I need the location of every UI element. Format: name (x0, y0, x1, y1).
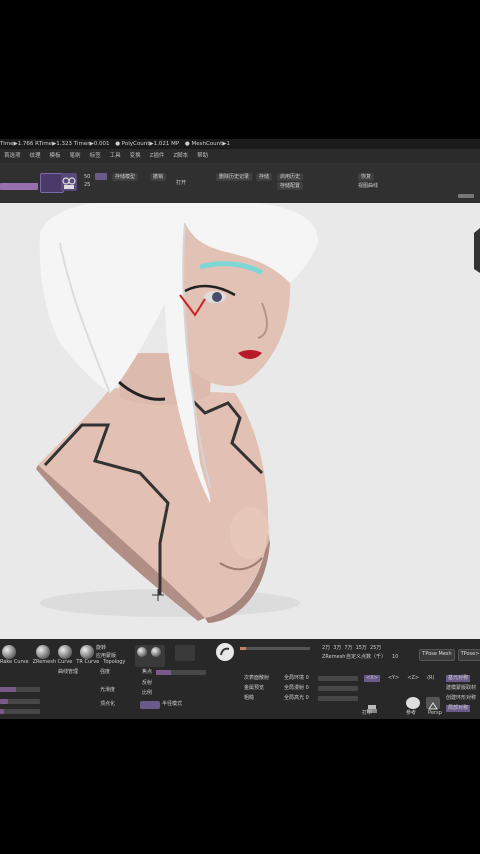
menu-item-preferences[interactable]: 首选项 (4, 149, 21, 163)
axis-y-button[interactable]: <Y> (388, 675, 399, 682)
bottom-panel: Rake Curve ZRemesh Curve TR Curve Topolo… (0, 639, 480, 719)
undo-button[interactable]: 撤销 (150, 173, 167, 181)
reference-label: 参考 (406, 710, 417, 716)
menu-item-zplugin[interactable]: Z插件 (150, 149, 165, 163)
radial-symmetry-button[interactable]: 创建环形对称 (446, 695, 476, 702)
curve-brushes-group[interactable] (135, 645, 165, 667)
redo-count: 25 (84, 182, 91, 188)
menu-item-transform[interactable]: 变换 (130, 149, 141, 163)
brush-label: ZRemesh Curve (32, 659, 73, 665)
global-specular-label: 全局高光 0 (284, 695, 309, 701)
smoothness-label: 光滑度 (100, 687, 116, 693)
draw-size-slider[interactable] (240, 647, 310, 650)
curve-brush-icon (137, 647, 147, 657)
radial-button[interactable]: (R) (427, 675, 434, 682)
save-model-button[interactable]: 存储模型 (112, 173, 139, 181)
zremesh-curve-brush-icon[interactable] (36, 645, 50, 659)
global-ambient-label: 全局环境 0 (284, 675, 309, 681)
menu-bar: 首选项 纹理 模板 笔刷 标签 工具 变换 Z插件 Z脚本 帮助 (0, 149, 480, 163)
history-slider-thumb[interactable] (95, 173, 107, 180)
status-bar: Time▶1.766 RTime▶1.323 Timer▶0.001 ● Pol… (0, 139, 480, 149)
view-curve-label[interactable]: 视图曲线 (358, 182, 378, 190)
print-icon[interactable] (366, 699, 378, 713)
menu-item-stencil[interactable]: 模板 (50, 149, 61, 163)
viewport-canvas[interactable] (0, 203, 480, 639)
curve-brush-icon (151, 647, 161, 657)
count-15w[interactable]: 15万 (356, 645, 367, 652)
tr-curve-brush-icon[interactable] (58, 645, 72, 659)
target-label: 自定义点数（千） (346, 654, 387, 660)
axis-z-button[interactable]: <Z> (407, 675, 419, 682)
status-polycount: ● PolyCount▶1.021 MP (115, 141, 180, 147)
curve-manager-label: 曲线管理 (58, 669, 79, 675)
local-symmetry-button[interactable]: 局部对称 (446, 705, 471, 712)
persp-label: Persp (428, 710, 442, 716)
save-config-button[interactable]: 存储配置 (277, 182, 304, 190)
sss-label: 次表面散射 (244, 675, 270, 681)
rake-curve-brush-icon[interactable] (2, 645, 16, 659)
restore-button[interactable]: 恢复 (358, 173, 375, 181)
mesh-symmetry-button[interactable]: 基元对称 (446, 675, 471, 682)
brush-label: TR Curve (76, 659, 100, 665)
focal-slider[interactable] (156, 670, 206, 675)
roughness-label: 粗糙 (244, 695, 255, 701)
material-sphere-icon[interactable] (216, 643, 234, 661)
reflect-label: 反射 (142, 680, 153, 686)
zremesh-label[interactable]: ZRemesh (322, 654, 345, 661)
scale-label: 比例 (142, 690, 153, 696)
left-slider-1[interactable] (0, 687, 40, 692)
tpose-subtool-button[interactable]: TPose> (458, 649, 480, 661)
menu-item-zscript[interactable]: Z脚本 (173, 149, 188, 163)
radius-mode-toggle[interactable] (140, 701, 160, 709)
brush-size-slider[interactable] (0, 183, 38, 190)
menu-item-brush[interactable]: 笔刷 (70, 149, 81, 163)
clear-history-button[interactable]: 删除历史记录 (216, 173, 253, 181)
tpose-mesh-button[interactable]: TPose Mesh (419, 649, 455, 661)
menu-item-texture[interactable]: 纹理 (30, 149, 41, 163)
open-button[interactable]: 打开 (176, 179, 186, 187)
local-transform-icon[interactable] (426, 697, 440, 710)
rotate-label: 旋转 (96, 645, 107, 651)
multi-curve-brush-icon[interactable] (175, 645, 195, 661)
axis-x-button[interactable]: <X> (364, 675, 380, 682)
vertex-label: 顶点化 (100, 701, 116, 707)
apply-mask-label: 应用蒙版 (96, 653, 117, 659)
undo-count: 50 (84, 174, 91, 180)
count-7w[interactable]: 7万 (344, 645, 352, 652)
status-meshcount: ● MeshCount▶1 (184, 141, 231, 147)
global-specular-slider[interactable] (318, 696, 358, 701)
target-count-buttons: 2万 3万 7万 15万 25万 (322, 645, 381, 652)
count-2w[interactable]: 2万 (322, 645, 330, 652)
symmetry-axis-buttons: <X> <Y> <Z> (R) (364, 675, 434, 682)
enable-history-button[interactable]: 启用历史 (277, 173, 304, 181)
floor-reference-icon[interactable] (406, 697, 420, 709)
brush-label: Rake Curve (0, 659, 29, 665)
strength-label: 强度 (100, 669, 111, 675)
count-3w[interactable]: 3万 (333, 645, 341, 652)
top-toolbar: 50 25 存储模型 撤销 打开 删除历史记录 存储 启用历史 存储配置 恢复 … (0, 163, 480, 203)
left-slider-3[interactable] (0, 709, 40, 714)
sculpt-model (36, 203, 480, 623)
store-button[interactable]: 存储 (256, 173, 273, 181)
print-label: 打印 (362, 710, 373, 716)
topology-brush-icon[interactable] (80, 645, 94, 659)
global-ambient-slider[interactable] (318, 676, 358, 681)
count-25w[interactable]: 25万 (370, 645, 381, 652)
target-value[interactable]: 10 (392, 654, 398, 661)
toolbar-handle[interactable] (458, 194, 474, 198)
focal-label: 焦点 (142, 669, 153, 675)
menu-item-tool[interactable]: 工具 (110, 149, 121, 163)
status-time: Time▶1.766 RTime▶1.323 Timer▶0.001 (0, 141, 110, 147)
camera-icon[interactable] (61, 173, 77, 191)
brush-label: Topology (103, 659, 126, 665)
radius-mode-label: 半径模式 (162, 701, 183, 707)
menu-item-help[interactable]: 帮助 (197, 149, 208, 163)
global-diffuse-slider[interactable] (318, 686, 358, 691)
menu-item-tab[interactable]: 标签 (90, 149, 101, 163)
metal-preview-label: 金属预览 (244, 685, 265, 691)
left-slider-2[interactable] (0, 699, 40, 704)
brush-labels: Rake Curve ZRemesh Curve TR Curve Topolo… (0, 659, 125, 666)
mask-by-polygroup-button[interactable]: 建模蒙版取材 (446, 685, 476, 692)
global-diffuse-label: 全局漫射 0 (284, 685, 309, 691)
